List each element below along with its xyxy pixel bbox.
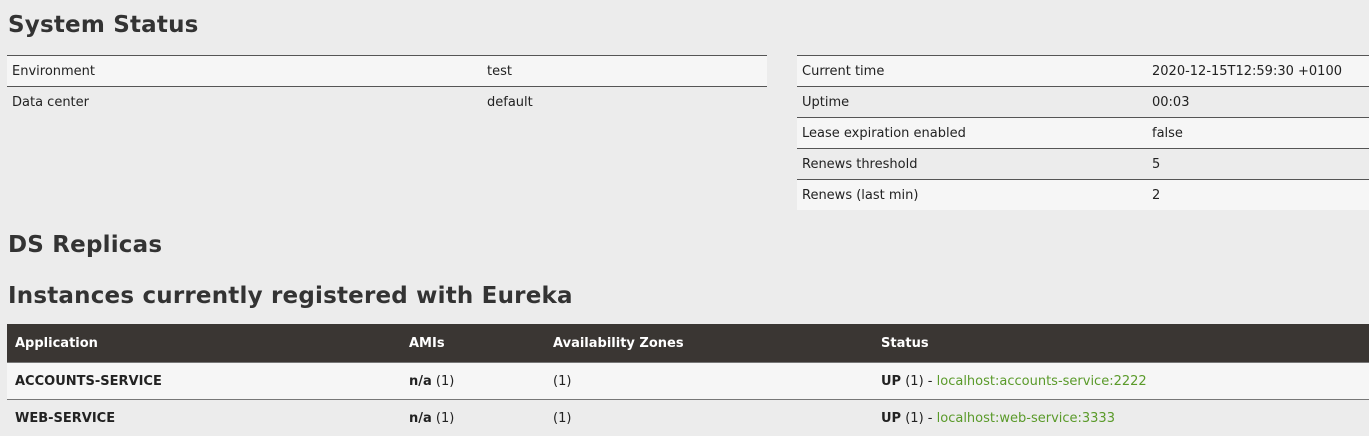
status-label: UP	[881, 410, 902, 426]
ds-replicas-title: DS Replicas	[8, 232, 163, 258]
info-value: 2020-12-15T12:59:30 +0100	[1147, 55, 1369, 87]
table-row: WEB-SERVICE n/a (1) (1) UP (1) - localho…	[7, 399, 1369, 436]
amis-label: n/a	[409, 373, 432, 389]
info-row-data-center: Data center default	[7, 86, 767, 117]
application-name: ACCOUNTS-SERVICE	[7, 362, 401, 400]
amis-count: (1)	[435, 373, 455, 389]
info-key: Lease expiration enabled	[797, 117, 1147, 149]
amis-count: (1)	[435, 410, 455, 426]
info-row-current-time: Current time 2020-12-15T12:59:30 +0100	[797, 55, 1369, 87]
info-value: 00:03	[1147, 86, 1369, 118]
zones-cell: (1)	[545, 399, 873, 436]
info-key: Renews threshold	[797, 148, 1147, 180]
info-value: 2	[1147, 179, 1369, 210]
info-row-renews-threshold: Renews threshold 5	[797, 148, 1369, 180]
column-header-application: Application	[7, 324, 401, 363]
instances-header-row: Application AMIs Availability Zones Stat…	[7, 324, 1369, 363]
application-name: WEB-SERVICE	[7, 399, 401, 436]
system-status-title: System Status	[8, 12, 199, 38]
general-info-table: Environment test Data center default	[7, 55, 767, 117]
info-value: false	[1147, 117, 1369, 149]
info-value: 5	[1147, 148, 1369, 180]
runtime-info-table: Current time 2020-12-15T12:59:30 +0100 U…	[797, 55, 1369, 210]
info-row-lease-expiration: Lease expiration enabled false	[797, 117, 1369, 149]
status-count: (1)	[905, 410, 924, 426]
info-row-uptime: Uptime 00:03	[797, 86, 1369, 118]
info-row-environment: Environment test	[7, 55, 767, 87]
info-key: Environment	[7, 55, 482, 87]
application-name-text: WEB-SERVICE	[15, 410, 116, 426]
instance-link[interactable]: localhost:web-service:3333	[937, 411, 1115, 426]
info-row-renews-last-min: Renews (last min) 2	[797, 179, 1369, 210]
zones-cell: (1)	[545, 362, 873, 400]
instance-link[interactable]: localhost:accounts-service:2222	[937, 374, 1147, 389]
amis-cell: n/a (1)	[401, 362, 545, 400]
info-key: Renews (last min)	[797, 179, 1147, 210]
amis-cell: n/a (1)	[401, 399, 545, 436]
info-value: default	[482, 86, 767, 117]
info-key: Current time	[797, 55, 1147, 87]
status-label: UP	[881, 373, 902, 389]
info-key: Data center	[7, 86, 482, 117]
instances-table: Application AMIs Availability Zones Stat…	[7, 324, 1369, 436]
amis-label: n/a	[409, 410, 432, 426]
status-separator: -	[927, 373, 933, 389]
column-header-amis: AMIs	[401, 324, 545, 363]
table-row: ACCOUNTS-SERVICE n/a (1) (1) UP (1) - lo…	[7, 362, 1369, 400]
status-separator: -	[927, 410, 933, 426]
status-cell: UP (1) - localhost:accounts-service:2222	[873, 362, 1369, 400]
instances-title: Instances currently registered with Eure…	[8, 283, 573, 309]
status-count: (1)	[905, 373, 924, 389]
column-header-availability-zones: Availability Zones	[545, 324, 873, 363]
info-key: Uptime	[797, 86, 1147, 118]
info-value: test	[482, 55, 767, 87]
application-name-text: ACCOUNTS-SERVICE	[15, 373, 162, 389]
status-cell: UP (1) - localhost:web-service:3333	[873, 399, 1369, 436]
column-header-status: Status	[873, 324, 1369, 363]
